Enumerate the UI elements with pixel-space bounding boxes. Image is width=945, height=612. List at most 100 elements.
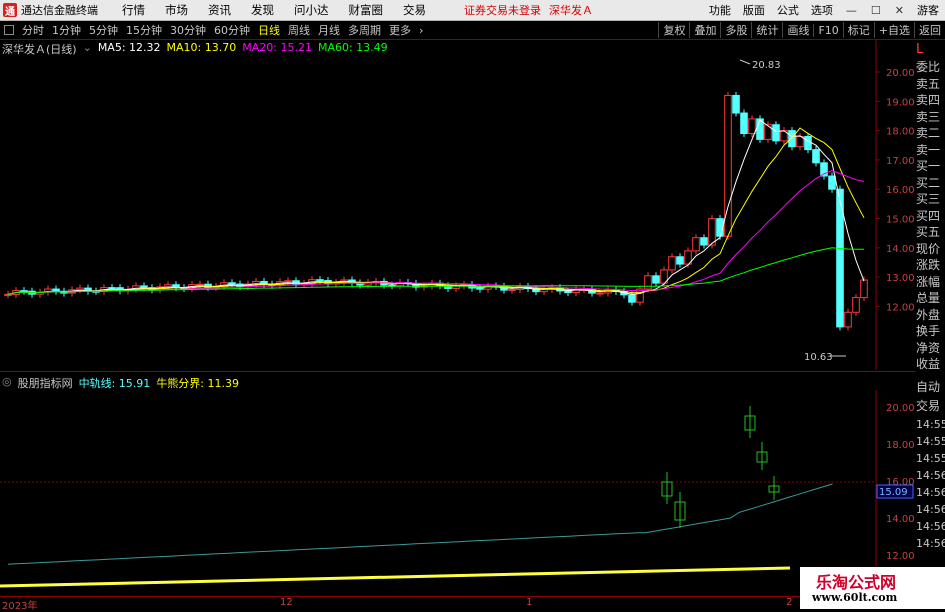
candle-body	[628, 294, 636, 303]
period-60min[interactable]: 60分钟	[214, 22, 250, 38]
quote-item-13[interactable]: 涨幅	[916, 274, 945, 291]
kline-chart[interactable]: 20.00 19.00 18.00 17.00 16.00 15.00 14.00 13.00…	[0, 40, 916, 370]
candle-body	[284, 280, 292, 283]
menu-hangqing[interactable]: 行情	[122, 2, 145, 18]
quote-item-14[interactable]: 总量	[916, 290, 945, 307]
quote-panel: L 委比 卖五 卖四 卖三 卖二 卖一 买一 买二 买三 买四 买五 现价 涨跌 涨幅 总量 外盘 换手 净资 收益…	[916, 40, 945, 609]
candle-body	[676, 256, 684, 265]
quote-item-18[interactable]: 收益	[916, 356, 945, 373]
user-guest[interactable]: 游客	[917, 2, 939, 18]
btn-huaxian[interactable]: 画线	[782, 22, 813, 38]
quote-item-4[interactable]: 卖二	[916, 125, 945, 142]
menu-bar: 通 通达信金融终端 行情 市场 资讯 发现 问小达 财富圈 交易 证券交易未登录…	[0, 0, 945, 21]
candle-body	[540, 288, 548, 293]
candle-body	[652, 275, 660, 284]
y-tick-main-1: 19.00	[886, 97, 915, 108]
btn-fuquan[interactable]: 复权	[658, 22, 689, 38]
quote-item-5[interactable]: 卖一	[916, 142, 945, 159]
menu-jiaoyi[interactable]: 交易	[403, 2, 426, 18]
mid-line-label: 中轨线: 15.91	[78, 377, 151, 390]
candle-body	[804, 135, 812, 151]
trade-time-0: 14:55	[916, 417, 945, 431]
btn-diejia[interactable]: 叠加	[689, 22, 720, 38]
menu-xuanxiang[interactable]: 选项	[811, 2, 833, 18]
quote-item-1[interactable]: 卖五	[916, 76, 945, 93]
period-multi[interactable]: 多周期	[348, 22, 381, 38]
btn-duogu[interactable]: 多股	[720, 22, 751, 38]
menu-gongshi[interactable]: 公式	[777, 2, 799, 18]
candle-body	[228, 282, 236, 285]
mid-band-line	[7, 483, 833, 565]
btn-f10[interactable]: F10	[813, 23, 842, 37]
quote-item-10[interactable]: 买五	[916, 224, 945, 241]
candle-body	[860, 279, 868, 299]
quote-item-3[interactable]: 卖三	[916, 109, 945, 126]
candle-body	[812, 149, 820, 164]
y-tick-main-0: 20.00	[886, 68, 915, 79]
btn-tongji[interactable]: 统计	[751, 22, 782, 38]
trade-time-7: 14:56	[916, 536, 945, 550]
quote-item-7[interactable]: 买二	[916, 175, 945, 192]
indicator-title: 股朋指标网	[17, 377, 73, 390]
bull-bear-line	[0, 566, 791, 588]
watermark-title: 乐淘公式网	[816, 573, 897, 592]
date-label-1: 1	[526, 597, 533, 608]
app-title: 通达信金融终端	[21, 4, 98, 17]
period-daily[interactable]: 日线	[258, 22, 280, 38]
indicator-chart[interactable]: 20.0018.0016.0014.0012.00 15.09	[0, 390, 916, 596]
y-tick-main-4: 16.00	[886, 185, 915, 196]
period-5min[interactable]: 5分钟	[89, 22, 118, 38]
trade-time-6: 14:56	[916, 519, 945, 533]
chevron-right-icon[interactable]: ›	[419, 24, 423, 37]
candle-body	[596, 292, 604, 295]
y-tick-sub-0: 20.00	[886, 403, 915, 414]
menu-banmian[interactable]: 版面	[743, 2, 765, 18]
quote-item-12[interactable]: 涨跌	[916, 257, 945, 274]
quote-auto[interactable]: 自动	[916, 378, 945, 397]
quote-trade[interactable]: 交易	[916, 397, 945, 416]
trade-time-3: 14:56	[916, 468, 945, 482]
period-30min[interactable]: 30分钟	[170, 22, 206, 38]
menu-faxian[interactable]: 发现	[251, 2, 274, 18]
btn-biaoji[interactable]: 标记	[842, 22, 874, 38]
y-tick-main-7: 13.00	[886, 273, 915, 284]
menu-wenxiaoda[interactable]: 问小达	[294, 2, 329, 18]
quote-item-8[interactable]: 买三	[916, 191, 945, 208]
y-tick-main-5: 15.00	[886, 215, 915, 226]
y-tick-sub-1: 18.00	[886, 440, 915, 451]
trade-login-warning[interactable]: 证券交易未登录	[464, 2, 541, 18]
quote-item-11[interactable]: 现价	[916, 241, 945, 258]
period-1min[interactable]: 1分钟	[52, 22, 81, 38]
bull-bear-label: 牛熊分界: 11.39	[156, 377, 240, 390]
period-monthly[interactable]: 月线	[318, 22, 340, 38]
low-price-label: 10.63	[804, 352, 833, 363]
date-label-12: 12	[280, 597, 293, 608]
menu-caifuquan[interactable]: 财富圈	[349, 2, 384, 18]
menu-zixun[interactable]: 资讯	[208, 2, 231, 18]
maximize-icon[interactable]: ☐	[871, 4, 881, 17]
btn-zixuan[interactable]: +自选	[873, 22, 914, 38]
candle-body	[796, 135, 804, 148]
period-more[interactable]: 更多	[389, 22, 411, 38]
menu-shichang[interactable]: 市场	[165, 2, 188, 18]
period-15min[interactable]: 15分钟	[126, 22, 162, 38]
close-icon[interactable]: ✕	[895, 4, 904, 17]
layout-toggle-icon[interactable]	[4, 25, 14, 35]
minimize-icon[interactable]: —	[846, 4, 857, 17]
quote-item-9[interactable]: 买四	[916, 208, 945, 225]
period-weekly[interactable]: 周线	[288, 22, 310, 38]
panel-top-marker[interactable]: L	[916, 40, 945, 59]
quote-item-17[interactable]: 净资	[916, 340, 945, 357]
quote-item-15[interactable]: 外盘	[916, 307, 945, 324]
candle-body	[732, 94, 740, 114]
period-fenshi[interactable]: 分时	[22, 22, 44, 38]
btn-fanhui[interactable]: 返回	[914, 22, 945, 38]
quote-item-2[interactable]: 卖四	[916, 92, 945, 109]
quote-item-6[interactable]: 买一	[916, 158, 945, 175]
quote-item-0[interactable]: 委比	[916, 59, 945, 76]
menu-gongneng[interactable]: 功能	[709, 2, 731, 18]
panel-divider	[0, 371, 916, 372]
ma5-line	[7, 119, 865, 295]
quote-item-16[interactable]: 换手	[916, 323, 945, 340]
sq-icon[interactable]: ◎	[2, 375, 12, 389]
